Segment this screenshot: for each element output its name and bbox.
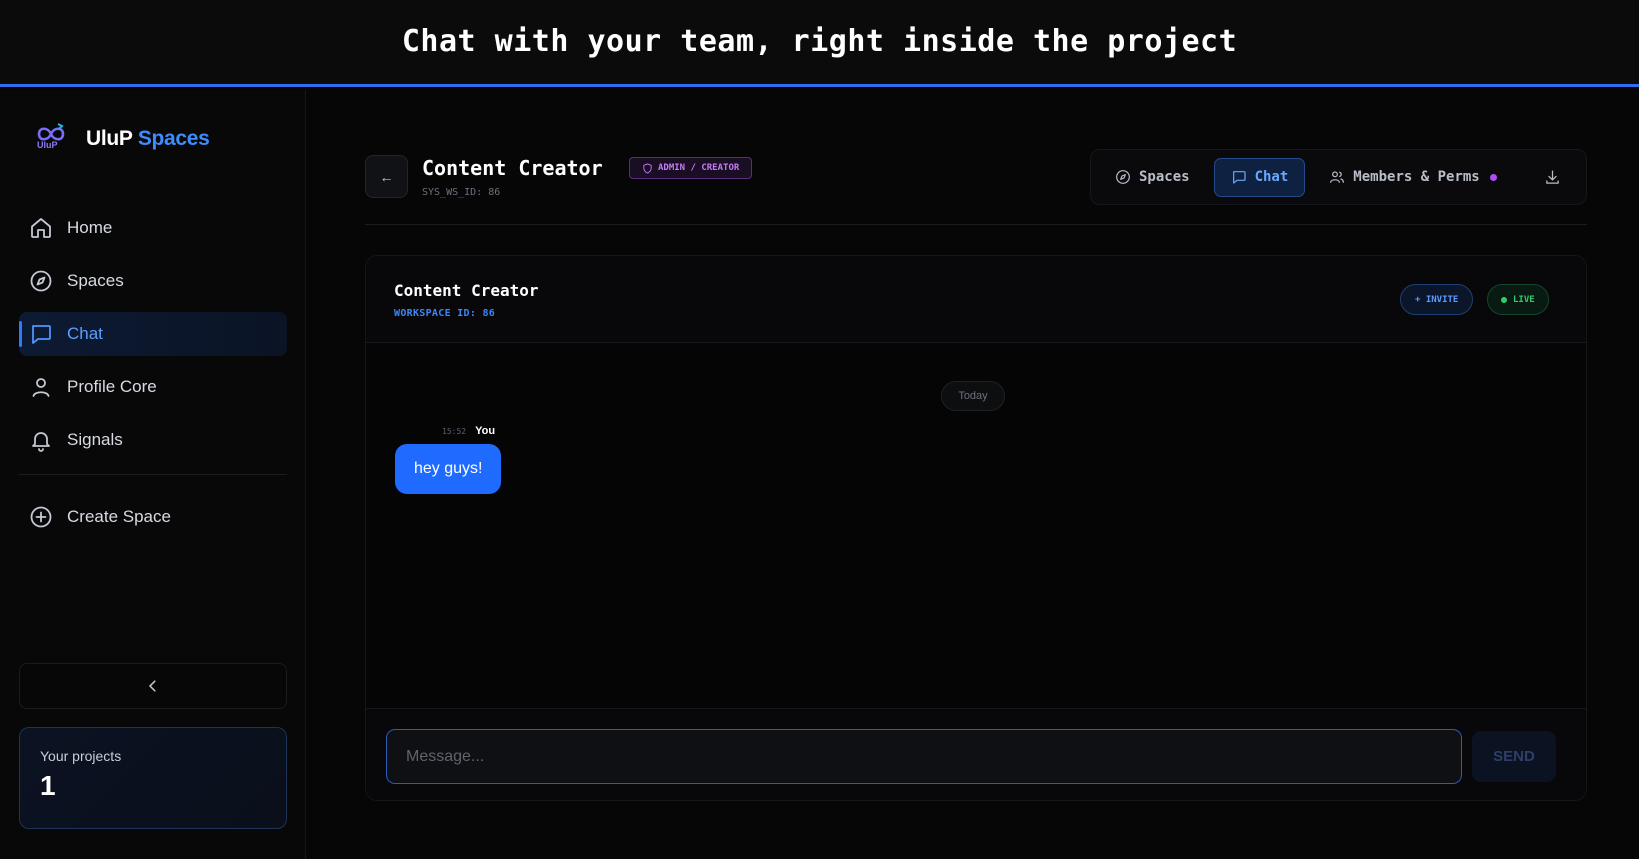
- sidebar-item-spaces[interactable]: Spaces: [19, 259, 287, 303]
- sidebar-item-home[interactable]: Home: [19, 206, 287, 250]
- tab-chat[interactable]: Chat: [1213, 157, 1306, 197]
- projects-label: Your projects: [40, 748, 122, 764]
- compass-icon: [30, 270, 52, 292]
- chat-icon: [1232, 171, 1246, 184]
- sidebar-item-profile-core[interactable]: Profile Core: [19, 365, 287, 409]
- tab-label: Chat: [1254, 169, 1289, 185]
- brand-name-main: UluP: [86, 127, 133, 150]
- sidebar-nav: Home Spaces Chat Profile Core Signals Cr…: [19, 206, 287, 548]
- role-badge-label: ADMIN / CREATOR: [658, 163, 740, 173]
- bell-icon: [32, 432, 50, 452]
- promo-banner: Chat with your team, right inside the pr…: [0, 0, 1639, 87]
- message-composer: SEND: [366, 708, 1586, 800]
- sidebar-item-chat[interactable]: Chat: [19, 312, 287, 356]
- projects-count: 1: [40, 770, 56, 801]
- tab-spaces[interactable]: Spaces: [1099, 158, 1206, 197]
- logo-icon: UluP: [34, 122, 68, 156]
- brand-name-accent: Spaces: [137, 127, 210, 150]
- tab-label: Members & Perms: [1353, 169, 1480, 185]
- plus-circle-icon: [30, 506, 52, 528]
- workspace-title: Content Creator: [422, 156, 603, 180]
- users-icon: [1330, 171, 1345, 183]
- date-separator: Today: [941, 381, 1005, 411]
- live-dot: [1501, 296, 1507, 303]
- logo-text: UluP: [37, 140, 58, 150]
- sidebar-item-label: Home: [67, 218, 113, 237]
- download-button[interactable]: [1541, 165, 1565, 189]
- brand-name: UluP Spaces: [86, 127, 210, 151]
- sidebar-item-label: Profile Core: [67, 377, 157, 396]
- message-author: You: [475, 425, 496, 437]
- role-badge: ADMIN / CREATOR: [629, 157, 753, 179]
- chevron-left-icon: [148, 680, 156, 692]
- create-space-button[interactable]: Create Space: [19, 495, 287, 539]
- system-workspace-id: SYS_WS_ID: 86: [422, 187, 501, 198]
- compass-icon: [1116, 170, 1130, 184]
- create-space-label: Create Space: [67, 507, 171, 526]
- collapse-sidebar-button[interactable]: [19, 663, 287, 709]
- main-content: ← Content Creator ADMIN / CREATOR SYS_WS…: [307, 90, 1639, 859]
- message-meta: 15:52 You: [442, 425, 495, 437]
- sidebar-item-label: Chat: [67, 324, 103, 343]
- workspace-tabs: Spaces Chat Members & Perms: [1090, 149, 1587, 205]
- download-icon: [1546, 169, 1560, 184]
- shield-icon: [643, 162, 652, 174]
- brand[interactable]: UluP UluP Spaces: [34, 122, 210, 156]
- chat-panel: Content Creator WORKSPACE ID: 86 + INVIT…: [365, 255, 1587, 801]
- send-button[interactable]: SEND: [1472, 731, 1556, 782]
- chat-icon: [32, 325, 51, 344]
- live-label: LIVE: [1513, 294, 1535, 305]
- message-input[interactable]: [386, 729, 1462, 784]
- user-icon: [32, 378, 50, 397]
- tab-label: Spaces: [1139, 169, 1190, 185]
- chat-title: Content Creator: [394, 281, 539, 300]
- nav-divider: [19, 474, 287, 475]
- live-badge: LIVE: [1487, 284, 1549, 315]
- sidebar: UluP UluP Spaces Home Spaces Chat Profil…: [0, 90, 306, 859]
- message-bubble[interactable]: hey guys!: [395, 444, 502, 494]
- notification-dot: [1489, 173, 1497, 181]
- banner-text: Chat with your team, right inside the pr…: [401, 23, 1238, 59]
- projects-card: Your projects 1: [19, 727, 287, 829]
- sidebar-item-label: Spaces: [67, 271, 124, 290]
- header-divider: [365, 224, 1587, 225]
- invite-button[interactable]: + INVITE: [1400, 284, 1474, 315]
- tab-members-perms[interactable]: Members & Perms: [1313, 158, 1512, 197]
- sidebar-item-signals[interactable]: Signals: [19, 418, 287, 462]
- home-icon: [31, 218, 51, 238]
- chat-header: Content Creator WORKSPACE ID: 86 + INVIT…: [366, 256, 1586, 343]
- chat-workspace-id: WORKSPACE ID: 86: [394, 308, 496, 319]
- sidebar-item-label: Signals: [67, 430, 123, 449]
- message-time: 15:52: [442, 427, 467, 436]
- back-button[interactable]: ←: [365, 155, 408, 198]
